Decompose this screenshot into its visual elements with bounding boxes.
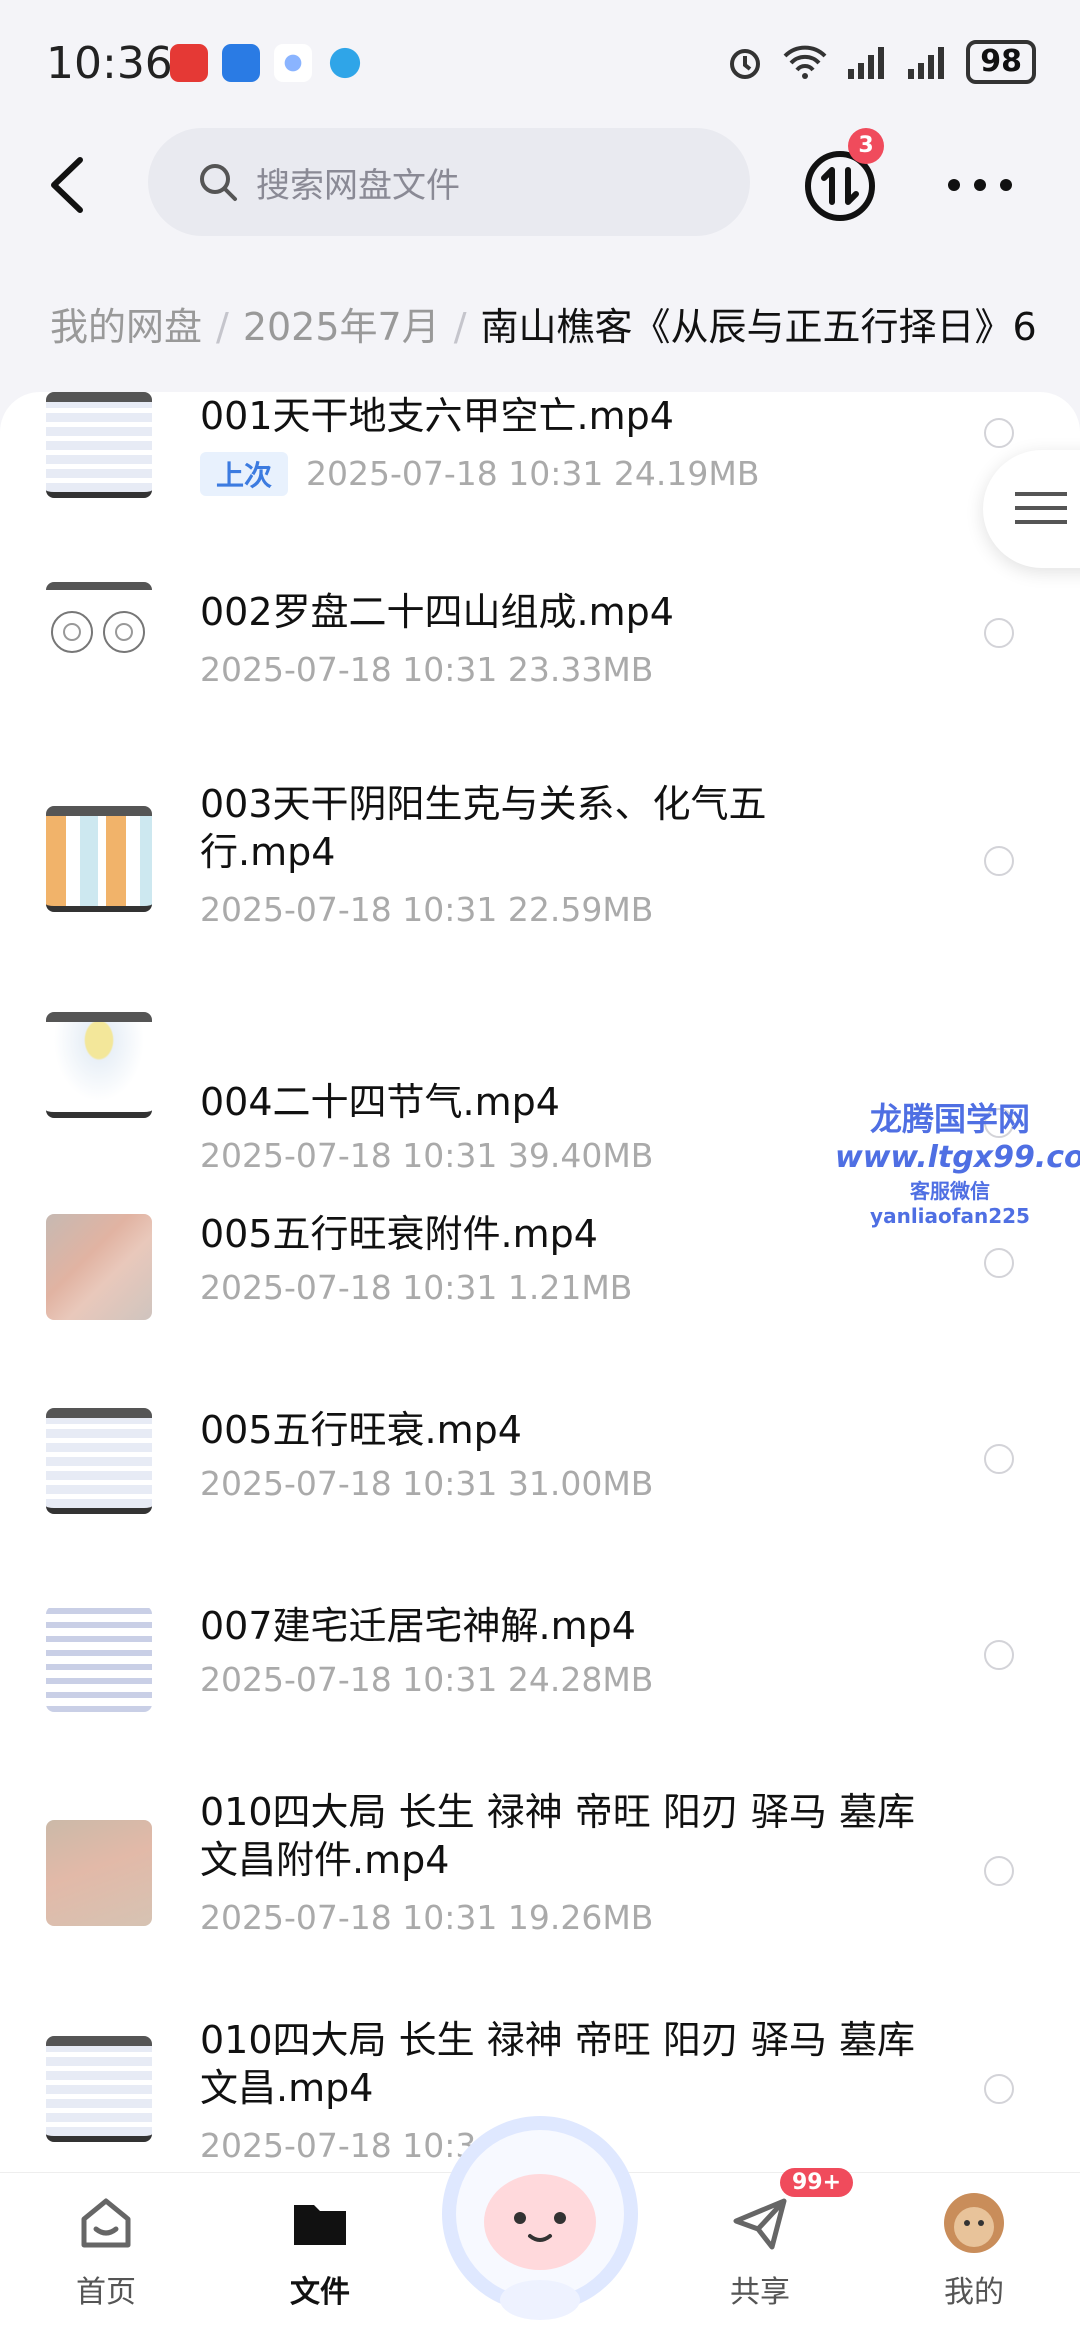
file-name: 010四大局 长生 禄神 帝旺 阳刃 驿马 墓库 文昌.mp4 [200, 2018, 916, 2110]
file-name: 003天干阴阳生克与关系、化气五行.mp4 [200, 782, 767, 874]
file-name: 001天干地支六甲空亡.mp4 [200, 394, 674, 438]
file-row[interactable]: 005五行旺衰.mp4 2025-07-18 10:31 31.00MB [0, 1388, 1080, 1568]
paper-plane-icon [733, 2198, 787, 2250]
breadcrumb-root[interactable]: 我的网盘 [50, 305, 202, 349]
file-name: 010四大局 长生 禄神 帝旺 阳刃 驿马 墓库 文昌附件.mp4 [200, 1790, 916, 1882]
tab-home-label: 首页 [76, 2275, 136, 2310]
file-meta: 2025-07-18 10:31 19.26MB [200, 1898, 654, 1937]
tab-files-label: 文件 [290, 2275, 350, 2310]
watermark: 龙腾国学网 www.ltgx99.com 客服微信 yanliaofan225 [835, 1094, 1080, 1228]
breadcrumb-separator: / [216, 305, 229, 349]
wifi-icon [783, 45, 827, 79]
tab-home[interactable]: 首页 [36, 2191, 176, 2311]
file-meta: 2025-07-18 10:31 31.00MB [200, 1464, 654, 1503]
video-thumbnail [46, 1820, 152, 1926]
notification-icons [170, 44, 364, 82]
video-thumbnail [46, 806, 152, 912]
tab-me-label: 我的 [944, 2275, 1004, 2310]
app-icon-blue [222, 44, 260, 82]
home-icon [81, 2198, 131, 2248]
file-row[interactable]: 007建宅迁居宅神解.mp4 2025-07-18 10:31 24.28MB [0, 1584, 1080, 1764]
file-meta: 2025-07-18 10:31 22.59MB [200, 890, 654, 929]
video-thumbnail [46, 582, 152, 688]
select-radio[interactable] [984, 1856, 1014, 1886]
file-row[interactable]: 003天干阴阳生克与关系、化气五行.mp4 2025-07-18 10:31 2… [0, 762, 1080, 962]
huawei-app-icon [170, 44, 208, 82]
status-bar: 10:36 98 [0, 0, 1080, 128]
select-radio[interactable] [984, 1444, 1014, 1474]
select-radio[interactable] [984, 1248, 1014, 1278]
file-meta: 上次 2025-07-18 10:31 24.19MB [200, 452, 759, 496]
share-badge: 99+ [780, 2168, 854, 2197]
select-radio[interactable] [984, 1640, 1014, 1670]
file-meta: 2025-07-18 10:31 39.40MB [200, 1136, 654, 1175]
breadcrumb: 我的网盘 / 2025年7月 / 南山樵客《从辰与正五行择日》6 [50, 296, 1080, 356]
file-name: 004二十四节气.mp4 [200, 1080, 560, 1124]
watermark-contact: 客服微信 yanliaofan225 [870, 1179, 1030, 1228]
video-thumbnail [46, 2036, 152, 2142]
file-name: 007建宅迁居宅神解.mp4 [200, 1604, 636, 1648]
search-input[interactable]: 搜索网盘文件 [148, 128, 750, 236]
file-meta: 2025-07-18 10:31 23.33MB [200, 650, 654, 689]
last-played-tag: 上次 [200, 452, 289, 496]
file-list: 001天干地支六甲空亡.mp4 上次 2025-07-18 10:31 24.19… [0, 392, 1080, 2172]
file-meta: 2025-07-18 10:31 24.28MB [200, 1660, 654, 1699]
file-row[interactable]: 010四大局 长生 禄神 帝旺 阳刃 驿马 墓库 文昌附件.mp4 2025-0… [0, 1790, 1080, 2000]
signal-icon [848, 47, 885, 79]
select-radio[interactable] [984, 418, 1014, 448]
breadcrumb-separator: / [453, 305, 467, 349]
system-icons: 98 [726, 40, 1036, 84]
folder-icon [294, 2205, 346, 2245]
menu-line [1015, 506, 1067, 510]
status-time: 10:36 [46, 38, 173, 89]
watermark-title: 龙腾国学网 [869, 1100, 1030, 1138]
video-thumbnail [46, 392, 152, 498]
video-thumbnail [46, 1012, 152, 1118]
cloud-app-icon [274, 44, 312, 82]
transfer-badge: 3 [848, 128, 884, 164]
top-bar: 搜索网盘文件 3 [0, 128, 1080, 248]
select-radio[interactable] [984, 2074, 1014, 2104]
battery-level: 98 [966, 40, 1036, 84]
select-radio[interactable] [984, 618, 1014, 648]
file-row[interactable]: 002罗盘二十四山组成.mp4 2025-07-18 10:31 23.33MB [0, 552, 1080, 732]
tab-files[interactable]: 文件 [250, 2191, 390, 2311]
search-icon [200, 164, 237, 201]
menu-line [1015, 492, 1067, 496]
tab-me[interactable]: 我的 [904, 2191, 1044, 2311]
breadcrumb-folder[interactable]: 2025年7月 [243, 305, 440, 349]
file-name: 005五行旺衰.mp4 [200, 1408, 522, 1452]
tab-share[interactable]: 共享 [690, 2191, 830, 2311]
watermark-url: www.ltgx99.com [835, 1140, 1080, 1175]
file-name: 002罗盘二十四山组成.mp4 [200, 590, 674, 634]
avatar [944, 2193, 1004, 2253]
mascot-assistant-button[interactable] [436, 2110, 644, 2324]
browser-app-icon [326, 44, 364, 82]
video-thumbnail [46, 1214, 152, 1320]
video-thumbnail [46, 1408, 152, 1514]
search-placeholder: 搜索网盘文件 [256, 165, 460, 206]
back-arrow-icon[interactable] [40, 152, 100, 218]
file-meta-text: 2025-07-18 10:31 24.19MB [306, 454, 760, 493]
select-radio[interactable] [984, 846, 1014, 876]
file-row[interactable]: 001天干地支六甲空亡.mp4 上次 2025-07-18 10:31 24.19… [0, 392, 1080, 520]
file-name: 005五行旺衰附件.mp4 [200, 1212, 598, 1256]
breadcrumb-current: 南山樵客《从辰与正五行择日》6 [480, 305, 1037, 349]
menu-line [1015, 520, 1067, 524]
compass-diagram-icon [51, 611, 145, 653]
more-menu-icon[interactable] [940, 160, 1020, 210]
signal-icon-2 [908, 47, 945, 79]
tab-share-label: 共享 [730, 2275, 790, 2310]
video-thumbnail [46, 1606, 152, 1712]
file-meta: 2025-07-18 10:31 1.21MB [200, 1268, 633, 1307]
alarm-icon [730, 49, 761, 79]
